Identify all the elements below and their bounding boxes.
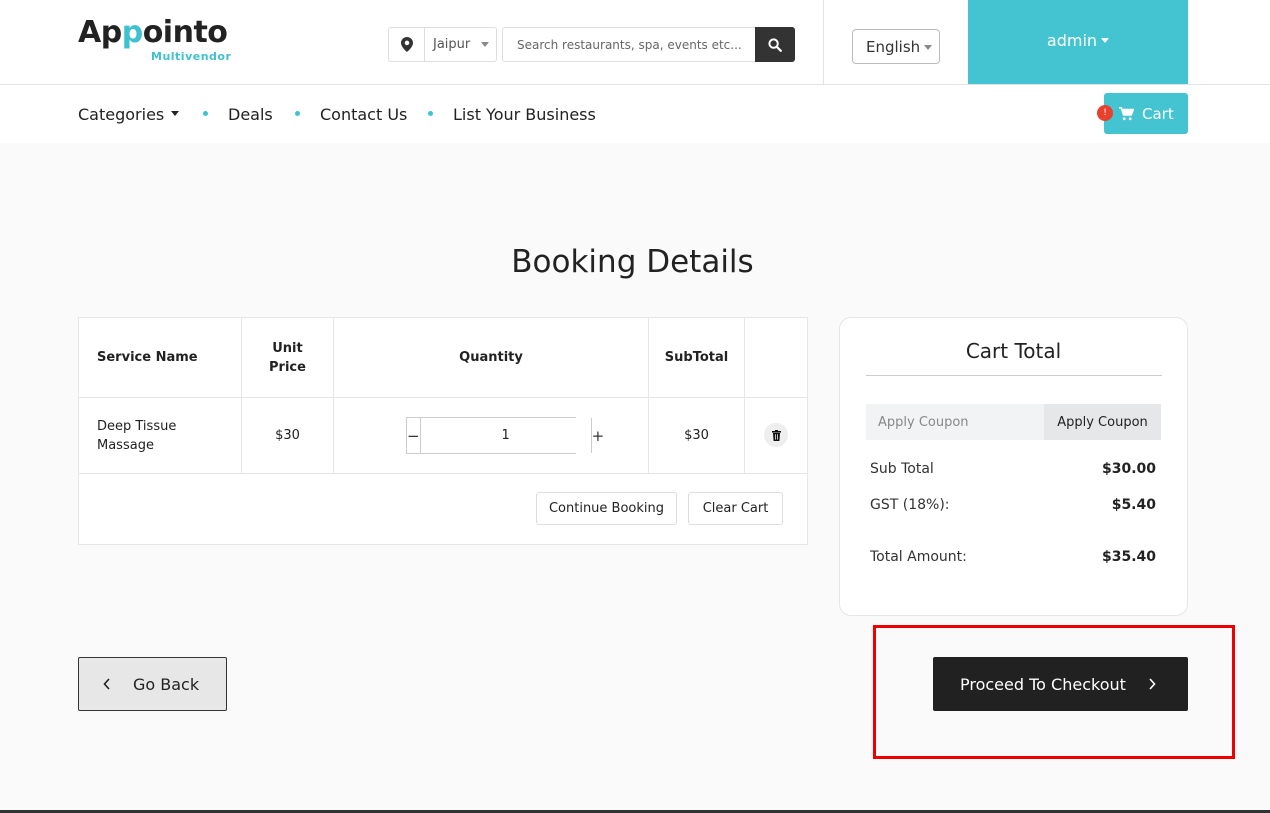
quantity-decrement-button[interactable]: − — [407, 418, 421, 453]
total-amount-label: Total Amount: — [870, 549, 967, 565]
quantity-increment-button[interactable]: + — [590, 418, 604, 453]
header-divider — [823, 0, 824, 85]
search-icon — [768, 37, 782, 52]
cart-icon — [1119, 106, 1134, 120]
sub-total-row: Sub Total $30.00 — [870, 461, 1156, 477]
caret-down-icon — [1101, 37, 1110, 43]
table-divider — [79, 473, 807, 474]
cart-total-title: Cart Total — [965, 339, 1062, 363]
nav-list-your-business[interactable]: List Your Business — [453, 105, 596, 124]
divider — [866, 375, 1162, 376]
cart-count-badge: ! — [1097, 105, 1113, 121]
delete-item-button[interactable] — [764, 423, 788, 447]
cart-total-panel: Cart Total Apply Coupon Sub Total $30.00… — [839, 317, 1188, 616]
nav-contact-us[interactable]: Contact Us — [320, 105, 407, 124]
search-button[interactable] — [755, 27, 795, 62]
site-header: Appointo Multivendor Jaipur English admi… — [0, 0, 1270, 85]
gst-value: $5.40 — [1111, 497, 1156, 513]
row-service-name: Deep Tissue Massage — [97, 418, 177, 453]
row-subtotal: $30 — [684, 428, 709, 443]
quantity-stepper: − + — [406, 417, 604, 454]
sub-total-label: Sub Total — [870, 461, 934, 477]
nav-separator-dot — [203, 111, 208, 116]
nav-separator-dot — [428, 111, 433, 116]
header-subtotal: SubTotal — [664, 350, 729, 365]
go-back-button[interactable]: Go Back — [78, 657, 227, 711]
site-logo[interactable]: Appointo Multivendor — [78, 15, 231, 64]
location-value: Jaipur — [433, 37, 471, 52]
cart-button[interactable]: Cart — [1104, 93, 1188, 134]
logo-subtitle: Multivendor — [151, 50, 232, 63]
user-name: admin — [1046, 30, 1098, 50]
logo-text: Appointo — [78, 15, 228, 50]
language-select[interactable]: English — [852, 29, 940, 64]
table-divider — [744, 318, 745, 473]
map-pin-icon — [389, 28, 425, 61]
total-amount-value: $35.40 — [1101, 549, 1156, 565]
chevron-left-icon — [103, 678, 110, 690]
cart-label: Cart — [1142, 104, 1174, 123]
row-unit-price: $30 — [275, 428, 300, 443]
chevron-down-icon — [481, 42, 489, 47]
quantity-input[interactable] — [420, 418, 591, 453]
go-back-label: Go Back — [133, 674, 200, 694]
nav-categories[interactable]: Categories — [78, 105, 180, 124]
location-select[interactable]: Jaipur — [388, 27, 497, 62]
proceed-to-checkout-button[interactable]: Proceed To Checkout — [933, 657, 1188, 711]
search-input[interactable] — [503, 28, 757, 61]
coupon-group: Apply Coupon — [866, 404, 1161, 440]
page-title: Booking Details — [511, 244, 754, 280]
caret-down-icon — [171, 111, 180, 116]
nav-deals[interactable]: Deals — [228, 105, 273, 124]
total-amount-row: Total Amount: $35.40 — [870, 549, 1156, 565]
search-bar — [502, 27, 795, 62]
chevron-down-icon — [924, 45, 932, 50]
sub-total-value: $30.00 — [1101, 461, 1156, 477]
user-menu[interactable]: admin — [968, 0, 1188, 84]
trash-icon — [771, 429, 781, 441]
gst-label: GST (18%): — [870, 497, 950, 513]
booking-table: Service Name Unit Price Quantity SubTotal… — [78, 317, 808, 545]
clear-cart-button[interactable]: Clear Cart — [688, 492, 783, 525]
header-quantity: Quantity — [459, 350, 523, 365]
nav-separator-dot — [295, 111, 300, 116]
checkout-label: Proceed To Checkout — [960, 674, 1126, 694]
coupon-input[interactable] — [866, 404, 1044, 440]
main-nav: Categories Deals Contact Us List Your Bu… — [0, 85, 1270, 143]
gst-row: GST (18%): $5.40 — [870, 497, 1156, 513]
language-value: English — [866, 37, 921, 56]
header-unit-price: Unit Price — [269, 340, 306, 375]
header-service-name: Service Name — [97, 350, 198, 365]
continue-booking-button[interactable]: Continue Booking — [536, 492, 677, 525]
apply-coupon-button[interactable]: Apply Coupon — [1044, 404, 1161, 440]
chevron-right-icon — [1149, 678, 1156, 690]
